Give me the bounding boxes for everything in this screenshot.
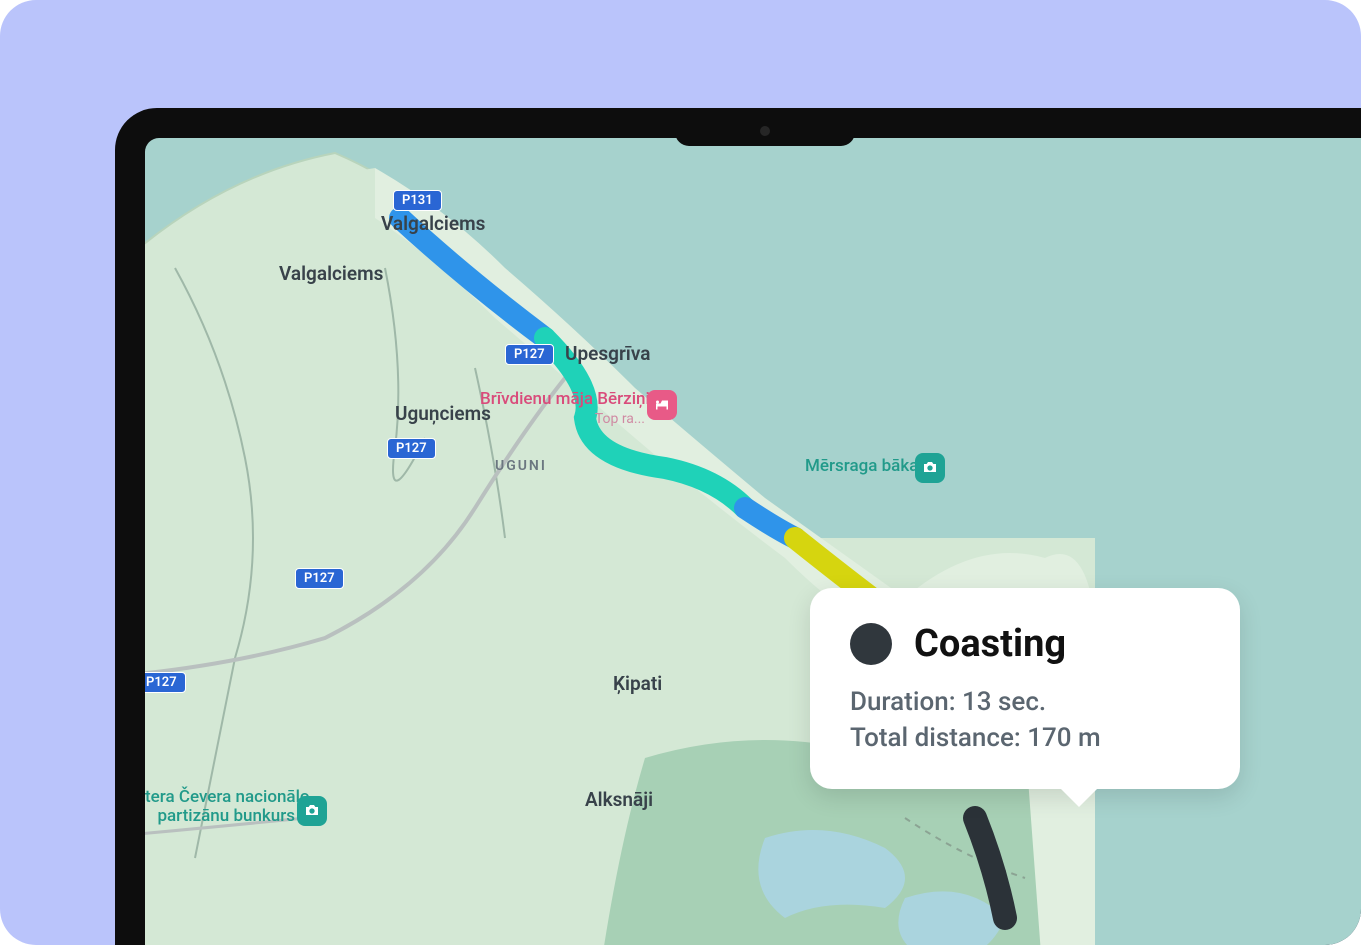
road-shield-p127-d: P127	[145, 672, 186, 693]
popup-duration: Duration: 13 sec.	[850, 684, 1200, 720]
label-valgalciems: Valgalciems	[279, 262, 383, 285]
road-shield-p127-a: P127	[505, 344, 554, 365]
label-upesgriva: Upesgrīva	[565, 342, 650, 365]
label-alksnaji: Alksnāji	[585, 788, 653, 811]
label-uguni: UGUNI	[495, 458, 547, 474]
road-shield-p131: P131	[393, 190, 442, 211]
poi-brivdienu-name: Brīvdienu māja Bērziņi ...	[480, 389, 668, 409]
stage: P131 P127 P127 P127 P127 Valgalciems Val…	[0, 0, 1361, 945]
camera-icon[interactable]	[915, 453, 945, 483]
popup-header: Coasting	[850, 622, 1200, 666]
label-valgalciems-top: Valgalciems	[381, 212, 485, 235]
lodging-icon[interactable]	[647, 390, 677, 420]
poi-cevera[interactable]: tera Čevera nacionālo partizānu bunkurs	[145, 788, 295, 825]
popup-distance: Total distance: 170 m	[850, 720, 1200, 756]
laptop-frame: P131 P127 P127 P127 P127 Valgalciems Val…	[115, 108, 1361, 945]
road-shield-p127-c: P127	[295, 568, 344, 589]
route-popup[interactable]: Coasting Duration: 13 sec. Total distanc…	[810, 588, 1240, 789]
poi-cevera-line1: tera Čevera nacionālo	[145, 787, 310, 807]
label-ugunciems: Uguņciems	[395, 402, 491, 425]
laptop-camera	[760, 126, 770, 136]
map-screen[interactable]: P131 P127 P127 P127 P127 Valgalciems Val…	[145, 138, 1361, 945]
poi-cevera-line2: partizānu bunkurs	[157, 806, 295, 826]
label-kipati: Ķipati	[613, 672, 662, 695]
popup-tail	[1059, 787, 1099, 807]
poi-brivdienu[interactable]: Brīvdienu māja Bērziņi ... Top ra...	[480, 390, 645, 427]
road-shield-p127-b: P127	[387, 438, 436, 459]
poi-mersraga[interactable]: Mērsraga bāka	[805, 457, 918, 476]
poi-brivdienu-sub: Top ra...	[595, 411, 645, 427]
map-svg	[145, 138, 1361, 945]
popup-dot-icon	[850, 623, 892, 665]
popup-title: Coasting	[914, 622, 1066, 666]
camera-icon-2[interactable]	[297, 796, 327, 826]
